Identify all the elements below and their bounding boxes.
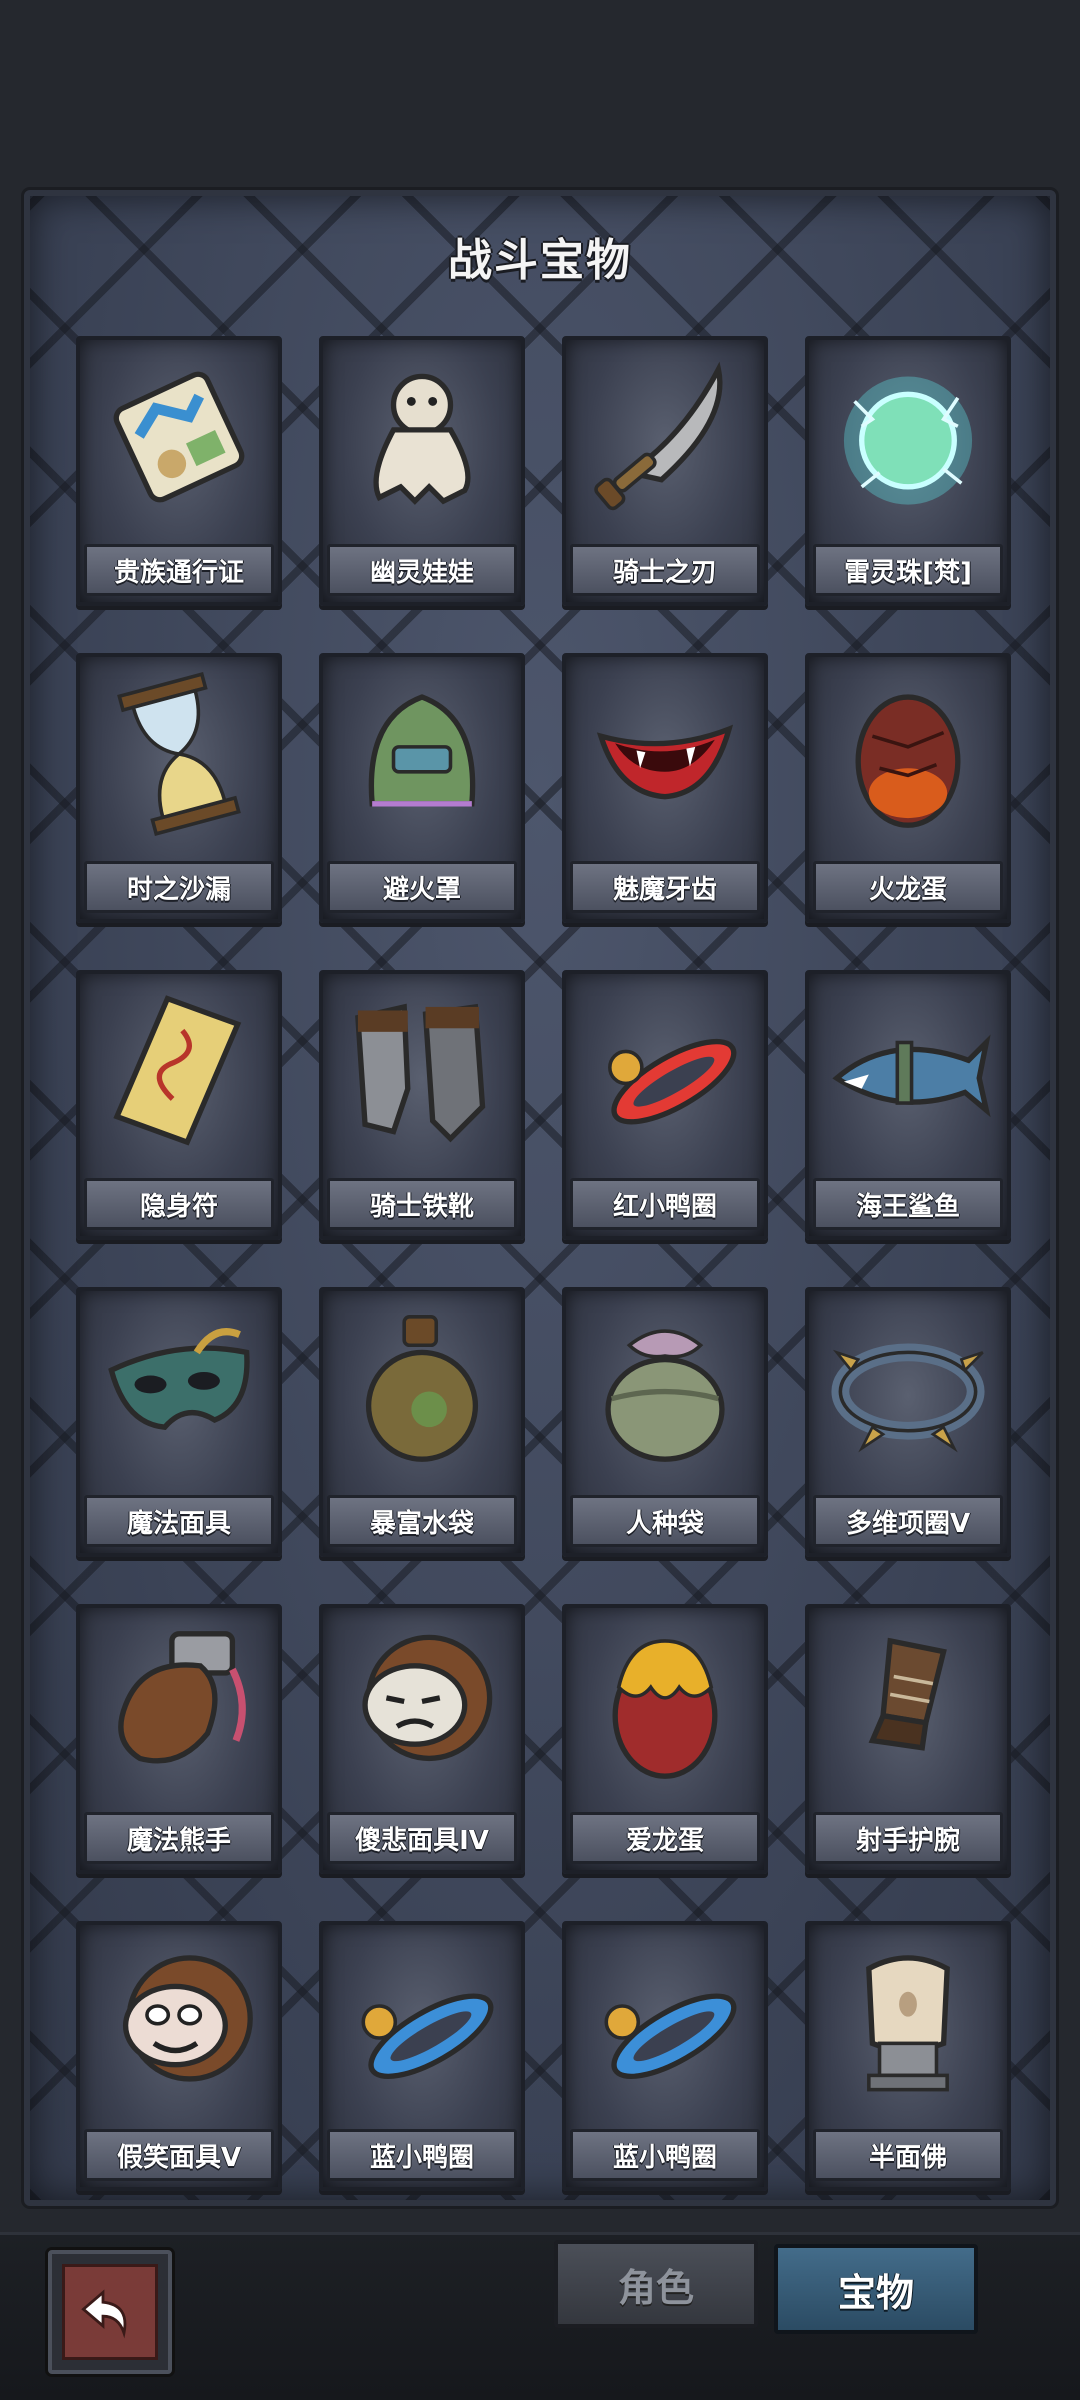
treasure-card[interactable]: 魔法面具 [76, 1287, 282, 1557]
treasure-label: 骑士之刃 [570, 544, 760, 596]
treasure-card[interactable]: 雷灵珠[梵] [805, 336, 1011, 606]
treasure-label: 火龙蛋 [813, 861, 1003, 913]
collar-icon [819, 1299, 997, 1477]
treasure-card[interactable]: 暴富水袋 [319, 1287, 525, 1557]
back-arrow-icon [62, 2264, 158, 2360]
treasure-label: 时之沙漏 [84, 861, 274, 913]
treasure-card[interactable]: 蓝小鸭圈 [319, 1921, 525, 2191]
shark-icon [819, 982, 997, 1160]
fire-mask-icon [333, 665, 511, 843]
pass-card-icon [90, 348, 268, 526]
blue-duck-ring-icon [576, 1933, 754, 2111]
tab-treasure[interactable]: 宝物 [774, 2244, 978, 2334]
treasure-label: 蓝小鸭圈 [327, 2129, 517, 2181]
treasure-label: 爱龙蛋 [570, 1812, 760, 1864]
fangs-lips-icon [576, 665, 754, 843]
treasure-card[interactable]: 爱龙蛋 [562, 1604, 768, 1874]
fake-smile-mask-icon [90, 1933, 268, 2111]
treasure-card[interactable]: 贵族通行证 [76, 336, 282, 606]
treasure-label: 避火罩 [327, 861, 517, 913]
treasure-label: 魔法熊手 [84, 1812, 274, 1864]
treasure-label: 贵族通行证 [84, 544, 274, 596]
treasure-card[interactable]: 避火罩 [319, 653, 525, 923]
treasure-card[interactable]: 人种袋 [562, 1287, 768, 1557]
treasure-label: 雷灵珠[梵] [813, 544, 1003, 596]
sad-mask-icon [333, 1616, 511, 1794]
treasure-card[interactable]: 火龙蛋 [805, 653, 1011, 923]
love-dragon-egg-icon [576, 1616, 754, 1794]
treasure-card[interactable]: 时之沙漏 [76, 653, 282, 923]
water-pouch-icon [333, 1299, 511, 1477]
red-duck-ring-icon [576, 982, 754, 1160]
treasure-label: 魔法面具 [84, 1495, 274, 1547]
treasure-card[interactable]: 蓝小鸭圈 [562, 1921, 768, 2191]
treasure-card[interactable]: 多维项圈V [805, 1287, 1011, 1557]
treasure-label: 半面佛 [813, 2129, 1003, 2181]
treasure-card[interactable]: 骑士之刃 [562, 336, 768, 606]
treasure-card[interactable]: 隐身符 [76, 970, 282, 1240]
blue-duck-ring-icon [333, 1933, 511, 2111]
knight-boots-icon [333, 982, 511, 1160]
treasure-label: 幽灵娃娃 [327, 544, 517, 596]
hourglass-icon [90, 665, 268, 843]
ghost-doll-icon [333, 348, 511, 526]
treasure-card[interactable]: 红小鸭圈 [562, 970, 768, 1240]
bear-paw-icon [90, 1616, 268, 1794]
treasure-panel: 战斗宝物 贵族通行证 幽灵娃娃 骑士之刃 雷灵珠[梵] 时之沙漏 避火罩 魅魔牙… [24, 190, 1056, 2206]
fire-dragon-egg-icon [819, 665, 997, 843]
stealth-talisman-icon [90, 982, 268, 1160]
tab-role[interactable]: 角色 [554, 2240, 758, 2328]
seed-bag-icon [576, 1299, 754, 1477]
treasure-card[interactable]: 海王鲨鱼 [805, 970, 1011, 1240]
treasure-card[interactable]: 傻悲面具IV [319, 1604, 525, 1874]
treasure-label: 隐身符 [84, 1178, 274, 1230]
half-buddha-icon [819, 1933, 997, 2111]
treasure-card[interactable]: 射手护腕 [805, 1604, 1011, 1874]
treasure-label: 多维项圈V [813, 1495, 1003, 1547]
panel-title: 战斗宝物 [448, 235, 632, 286]
treasure-label: 假笑面具V [84, 2129, 274, 2181]
treasure-card[interactable]: 假笑面具V [76, 1921, 282, 2191]
treasure-label: 海王鲨鱼 [813, 1178, 1003, 1230]
treasure-label: 射手护腕 [813, 1812, 1003, 1864]
treasure-label: 红小鸭圈 [570, 1178, 760, 1230]
treasure-label: 魅魔牙齿 [570, 861, 760, 913]
treasure-card[interactable]: 魔法熊手 [76, 1604, 282, 1874]
treasure-card[interactable]: 骑士铁靴 [319, 970, 525, 1240]
treasure-card[interactable]: 魅魔牙齿 [562, 653, 768, 923]
screen: 战斗宝物 贵族通行证 幽灵娃娃 骑士之刃 雷灵珠[梵] 时之沙漏 避火罩 魅魔牙… [0, 0, 1080, 2400]
back-button[interactable] [48, 2250, 172, 2374]
archer-bracer-icon [819, 1616, 997, 1794]
treasure-label: 蓝小鸭圈 [570, 2129, 760, 2181]
treasure-label: 暴富水袋 [327, 1495, 517, 1547]
treasure-label: 人种袋 [570, 1495, 760, 1547]
treasure-card[interactable]: 幽灵娃娃 [319, 336, 525, 606]
magic-mask-icon [90, 1299, 268, 1477]
thunder-orb-icon [819, 348, 997, 526]
treasure-label: 傻悲面具IV [327, 1812, 517, 1864]
knight-blade-icon [576, 348, 754, 526]
treasure-label: 骑士铁靴 [327, 1178, 517, 1230]
treasure-card[interactable]: 半面佛 [805, 1921, 1011, 2191]
